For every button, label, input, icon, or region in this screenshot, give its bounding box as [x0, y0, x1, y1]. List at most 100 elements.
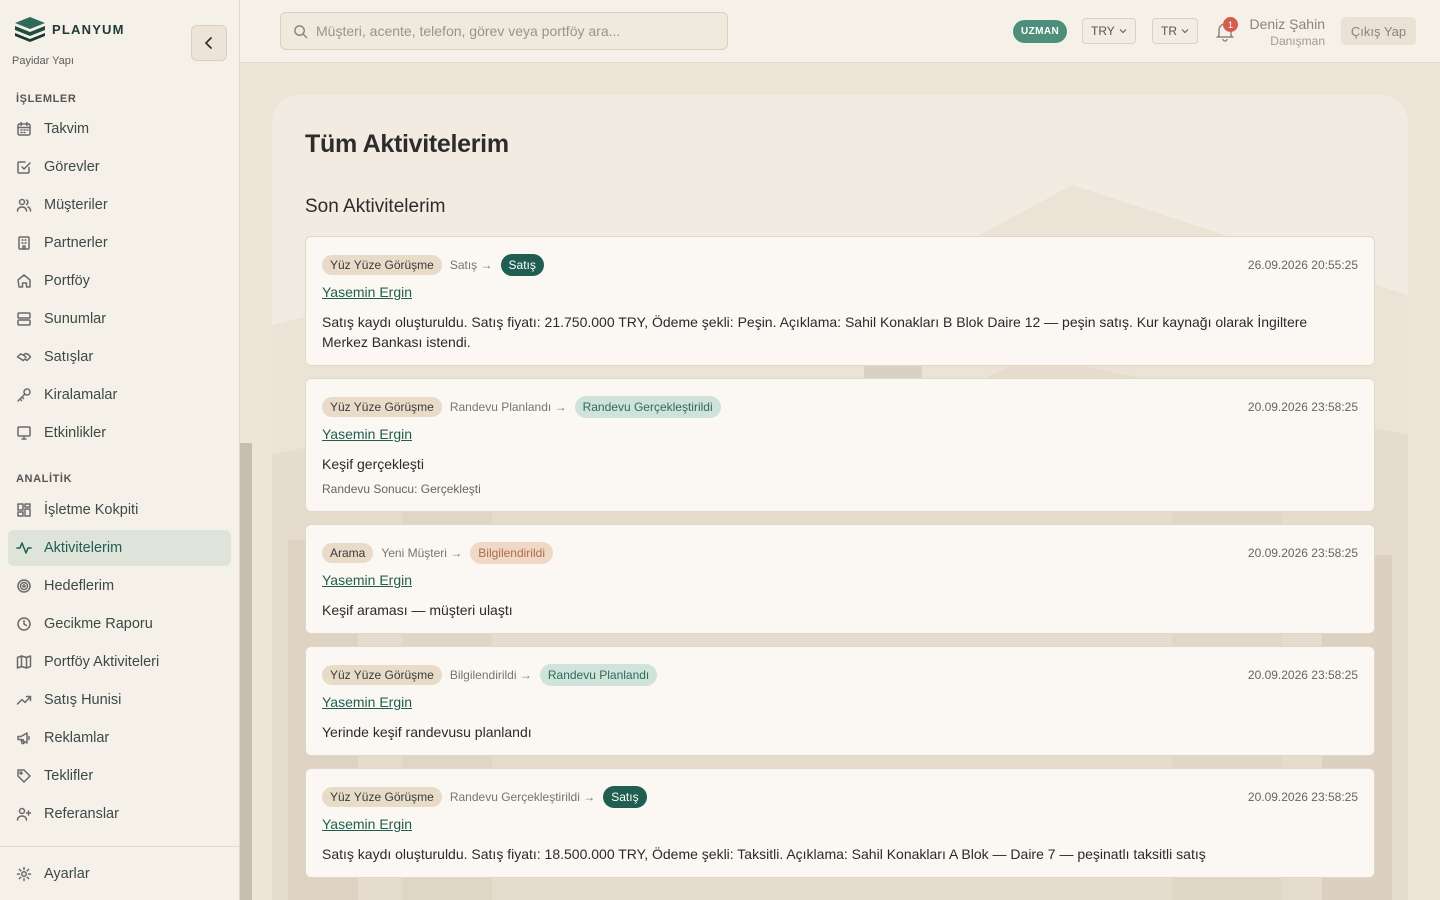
search-icon	[294, 24, 308, 38]
currency-value: TRY	[1091, 24, 1115, 38]
status-from: Randevu Gerçekleştirildi →	[449, 790, 596, 804]
role-badge: UZMAN	[1013, 20, 1068, 43]
sidebar-item-label: Reklamlar	[44, 730, 110, 746]
sidebar-item-takvim[interactable]: Takvim	[8, 111, 231, 147]
activity-date: 20.09.2026 23:58:25	[1247, 546, 1358, 560]
search-box[interactable]	[280, 12, 728, 50]
chevron-left-icon	[204, 37, 212, 49]
activity-description: Satış kaydı oluşturuldu. Satış fiyatı: 2…	[322, 314, 1308, 350]
status-to-chip: Satış	[500, 254, 544, 276]
presentation-icon	[16, 311, 32, 327]
sidebar-item-label: Satışlar	[44, 349, 94, 365]
clock-icon	[16, 616, 32, 632]
client-link[interactable]: Yasemin Ergin	[322, 284, 412, 300]
sidebar-item-portfoy[interactable]: Portföy	[8, 263, 231, 299]
activity-date: 20.09.2026 23:58:25	[1247, 400, 1358, 414]
sidebar-item-label: Müşteriler	[44, 197, 108, 213]
sidebar-item-portfoy-aktiviteleri[interactable]: Portföy Aktiviteleri	[8, 644, 231, 680]
sidebar-scrollbar[interactable]	[240, 443, 252, 900]
sidebar-item-isletme-kokpiti[interactable]: İşletme Kokpiti	[8, 492, 231, 528]
language-value: TR	[1161, 24, 1177, 38]
sidebar-item-teklifler[interactable]: Teklifler	[8, 758, 231, 794]
activity-icon	[16, 540, 32, 556]
sidebar-item-ayarlar[interactable]: Ayarlar	[8, 856, 231, 892]
activity-description: Keşif araması — müşteri ulaştı	[322, 602, 513, 618]
dashboard-icon	[16, 502, 32, 518]
sidebar-item-label: Portföy	[44, 273, 90, 289]
sidebar-item-gorevler[interactable]: Görevler	[8, 149, 231, 185]
user-name: Deniz Şahin	[1249, 16, 1326, 32]
activity-description: Keşif gerçekleşti	[322, 456, 424, 472]
activity-description: Yerinde keşif randevusu planlandı	[322, 724, 532, 740]
status-to-chip: Satış	[603, 786, 647, 808]
notification-count: 1	[1223, 17, 1238, 32]
brand[interactable]: PLANYUM	[14, 16, 125, 42]
users-icon	[16, 197, 32, 213]
sidebar-item-label: Ayarlar	[44, 866, 90, 882]
sidebar-item-aktivitelerim[interactable]: Aktivitelerim	[8, 530, 231, 566]
sidebar-item-musteriler[interactable]: Müşteriler	[8, 187, 231, 223]
sidebar-item-label: Teklifler	[44, 768, 94, 784]
brand-name: PLANYUM	[52, 21, 125, 37]
sidebar-item-partnerler[interactable]: Partnerler	[8, 225, 231, 261]
sidebar-item-hedeflerim[interactable]: Hedeflerim	[8, 568, 231, 604]
activity-card: Yüz Yüze Görüşme Randevu Gerçekleştirild…	[305, 768, 1375, 878]
appointment-result-note: Randevu Sonucu: Gerçekleşti	[322, 482, 481, 496]
logo-icon	[15, 17, 45, 42]
sidebar-item-satis-hunisi[interactable]: Satış Hunisi	[8, 682, 231, 718]
sidebar-item-label: Portföy Aktiviteleri	[44, 654, 160, 670]
user-plus-icon	[16, 806, 32, 822]
collapse-sidebar-button[interactable]	[191, 25, 227, 61]
task-icon	[16, 159, 32, 175]
sidebar-item-etkinlikler[interactable]: Etkinlikler	[8, 415, 231, 451]
currency-select[interactable]: TRY	[1082, 18, 1136, 44]
map-icon	[16, 654, 32, 670]
activity-description: Satış kaydı oluşturuldu. Satış fiyatı: 1…	[322, 846, 1206, 862]
sidebar-item-label: Referanslar	[44, 806, 119, 822]
activity-card: Arama Yeni Müşteri → Bilgilendirildi 20.…	[305, 524, 1375, 634]
home-icon	[16, 273, 32, 289]
client-link[interactable]: Yasemin Ergin	[322, 572, 412, 588]
activity-type-chip: Arama	[322, 543, 374, 563]
activity-card: Yüz Yüze Görüşme Bilgilendirildi → Rande…	[305, 646, 1375, 756]
section-title-analytics: ANALİTİK	[16, 473, 73, 485]
handshake-icon	[16, 349, 32, 365]
sidebar-item-label: Partnerler	[44, 235, 108, 251]
sidebar-item-label: Etkinlikler	[44, 425, 107, 441]
sidebar-item-gecikme-raporu[interactable]: Gecikme Raporu	[8, 606, 231, 642]
chevron-down-icon	[1181, 29, 1189, 34]
page-title: Tüm Aktivitelerim	[305, 130, 509, 158]
activity-type-chip: Yüz Yüze Görüşme	[322, 255, 442, 275]
logout-button[interactable]: Çıkış Yap	[1341, 17, 1416, 45]
activity-card: Yüz Yüze Görüşme Randevu Planlandı → Ran…	[305, 378, 1375, 512]
sidebar-item-sunumlar[interactable]: Sunumlar	[8, 301, 231, 337]
sidebar-item-kiralamalar[interactable]: Kiralamalar	[8, 377, 231, 413]
sidebar-item-label: İşletme Kokpiti	[44, 502, 139, 518]
sidebar-item-reklamlar[interactable]: Reklamlar	[8, 720, 231, 756]
tag-icon	[16, 768, 32, 784]
status-from: Bilgilendirildi →	[449, 668, 532, 682]
trend-icon	[16, 692, 32, 708]
client-link[interactable]: Yasemin Ergin	[322, 816, 412, 832]
activity-date: 20.09.2026 23:58:25	[1247, 790, 1358, 804]
client-link[interactable]: Yasemin Ergin	[322, 694, 412, 710]
activity-date: 20.09.2026 23:58:25	[1247, 668, 1358, 682]
sidebar-item-label: Kiralamalar	[44, 387, 118, 403]
status-from: Satış →	[449, 258, 493, 272]
status-to-chip: Randevu Planlandı	[539, 664, 658, 686]
client-link[interactable]: Yasemin Ergin	[322, 426, 412, 442]
status-from: Randevu Planlandı →	[449, 400, 567, 414]
sidebar: PLANYUM Payidar Yapı İŞLEMLER Takvim Gör…	[0, 0, 240, 900]
megaphone-icon	[16, 730, 32, 746]
building-icon	[16, 235, 32, 251]
sidebar-item-label: Takvim	[44, 121, 90, 137]
gear-icon	[16, 866, 32, 882]
brand-subtitle: Payidar Yapı	[12, 55, 74, 67]
status-to-chip: Randevu Gerçekleştirildi	[574, 396, 721, 418]
search-input[interactable]	[316, 23, 716, 39]
language-select[interactable]: TR	[1152, 18, 1198, 44]
section-title: Son Aktivitelerim	[305, 196, 446, 217]
sidebar-item-satislar[interactable]: Satışlar	[8, 339, 231, 375]
sidebar-item-referanslar[interactable]: Referanslar	[8, 796, 231, 832]
status-from: Yeni Müşteri →	[381, 546, 463, 560]
